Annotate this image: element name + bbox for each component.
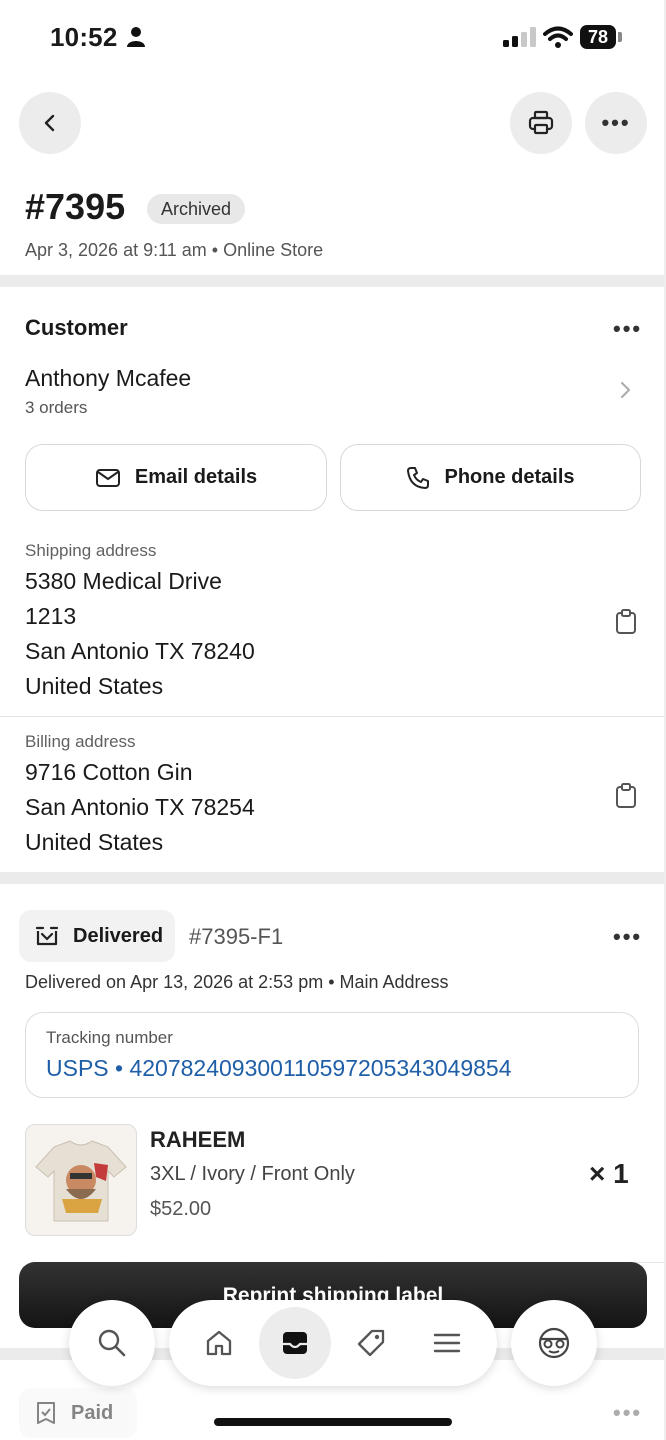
battery-level: 78 xyxy=(587,26,609,47)
status-badge: Archived xyxy=(147,194,246,224)
wifi-icon xyxy=(543,26,573,48)
fulfillment-id: #7395-F1 xyxy=(189,924,284,949)
product-image[interactable] xyxy=(25,1124,137,1236)
billing-line: 9716 Cotton Gin xyxy=(25,759,193,785)
email-details-button[interactable]: Email details xyxy=(25,444,327,511)
tracking-card[interactable]: Tracking number USPS • 42078240930011059… xyxy=(25,1012,639,1098)
nav-menu-button[interactable] xyxy=(411,1307,483,1379)
phone-details-label: Phone details xyxy=(444,466,575,488)
billing-address: 9716 Cotton Gin San Antonio TX 78254 Uni… xyxy=(25,755,255,860)
customer-orders: 3 orders xyxy=(25,398,88,417)
print-button[interactable] xyxy=(510,92,572,154)
product-price: $52.00 xyxy=(150,1198,212,1220)
home-icon xyxy=(206,1330,232,1356)
customer-name[interactable]: Anthony Mcafee xyxy=(25,365,191,392)
nav-products-button[interactable] xyxy=(335,1307,407,1379)
product-name[interactable]: RAHEEM xyxy=(150,1127,245,1153)
shipping-line: United States xyxy=(25,673,164,699)
shipping-address-label: Shipping address xyxy=(25,541,157,560)
chevron-right-icon[interactable] xyxy=(618,380,634,400)
printer-icon xyxy=(528,110,554,135)
search-icon xyxy=(98,1329,126,1357)
shipping-address: 5380 Medical Drive 1213 San Antonio TX 7… xyxy=(25,564,255,704)
paid-label: Paid xyxy=(71,1401,114,1424)
more-horizontal-icon: ••• xyxy=(601,110,631,135)
shipping-line: 1213 xyxy=(25,603,77,629)
clipboard-icon[interactable] xyxy=(614,783,638,809)
nav-orders-button[interactable] xyxy=(259,1307,331,1379)
battery-indicator: 78 xyxy=(580,25,616,49)
inbox-icon xyxy=(283,1332,307,1354)
billing-line: United States xyxy=(25,829,164,855)
nav-home-button[interactable] xyxy=(183,1307,255,1379)
back-button[interactable] xyxy=(19,92,81,154)
more-button[interactable]: ••• xyxy=(585,92,647,154)
avatar-icon xyxy=(538,1327,570,1359)
chevron-left-icon xyxy=(44,114,55,132)
receipt-icon xyxy=(37,1402,55,1424)
payment-more-icon[interactable]: ••• xyxy=(613,1400,642,1426)
shipping-line: 5380 Medical Drive xyxy=(25,568,222,594)
product-quantity: × 1 xyxy=(589,1158,629,1189)
status-time: 10:52 xyxy=(50,22,118,52)
order-number: #7395 xyxy=(25,186,126,227)
nav-tab-bar xyxy=(169,1300,497,1386)
tshirt-icon xyxy=(35,1140,127,1222)
delivered-box-icon xyxy=(35,926,59,946)
phone-details-button[interactable]: Phone details xyxy=(340,444,641,511)
customer-title: Customer xyxy=(25,315,128,340)
nav-profile-button[interactable] xyxy=(511,1300,597,1386)
envelope-icon xyxy=(95,468,120,487)
person-icon xyxy=(127,27,145,47)
shipping-line: San Antonio TX 78240 xyxy=(25,638,255,664)
section-divider xyxy=(0,275,666,287)
divider xyxy=(0,716,666,717)
customer-more-icon[interactable]: ••• xyxy=(613,316,642,342)
delivered-text: Delivered on Apr 13, 2026 at 2:53 pm • M… xyxy=(25,972,449,992)
phone-icon xyxy=(407,466,430,489)
clipboard-icon[interactable] xyxy=(614,609,638,635)
delivered-badge: Delivered xyxy=(19,910,175,962)
section-divider xyxy=(0,872,666,884)
order-meta: Apr 3, 2026 at 9:11 am • Online Store xyxy=(25,240,324,260)
fulfillment-more-icon[interactable]: ••• xyxy=(613,924,642,950)
menu-icon xyxy=(433,1333,461,1353)
signal-icon xyxy=(503,27,536,47)
paid-badge: Paid xyxy=(19,1388,137,1438)
battery-cap xyxy=(618,32,622,42)
billing-address-label: Billing address xyxy=(25,732,136,751)
nav-search-button[interactable] xyxy=(69,1300,155,1386)
email-details-label: Email details xyxy=(134,466,258,488)
delivered-label: Delivered xyxy=(73,924,164,947)
status-bar: 10:52 78 xyxy=(0,0,666,75)
tracking-number-link[interactable]: USPS • 420782409300110597205343049854 xyxy=(46,1055,512,1082)
home-indicator xyxy=(214,1418,452,1426)
tag-icon xyxy=(357,1329,385,1357)
tracking-label: Tracking number xyxy=(46,1028,173,1047)
billing-line: San Antonio TX 78254 xyxy=(25,794,255,820)
product-variant: 3XL / Ivory / Front Only xyxy=(150,1163,355,1185)
